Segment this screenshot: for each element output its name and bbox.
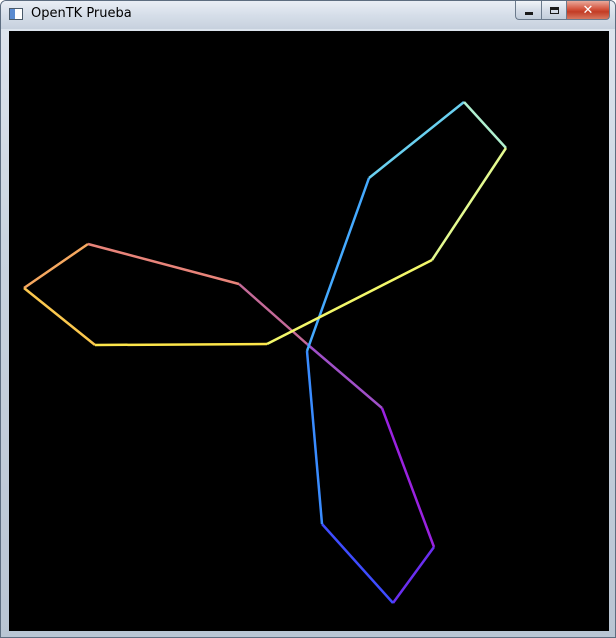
- blade-edge: [23, 287, 96, 346]
- blade-edge: [305, 350, 324, 525]
- title-bar[interactable]: OpenTK Prueba ✕: [1, 1, 615, 29]
- blade-edge: [94, 342, 268, 347]
- maximize-button[interactable]: [541, 1, 567, 20]
- close-icon: ✕: [582, 2, 594, 18]
- blade-edge: [306, 343, 383, 409]
- blade-edge: [266, 258, 433, 346]
- minimize-icon: [524, 11, 533, 15]
- blade-edge: [321, 523, 394, 604]
- caption-buttons: ✕: [515, 1, 610, 21]
- blade-edge: [87, 242, 240, 286]
- blade-edge: [380, 407, 436, 548]
- app-window-icon[interactable]: [9, 8, 23, 20]
- top-right-blade: [266, 101, 508, 352]
- window-title: OpenTK Prueba: [31, 6, 132, 21]
- propeller-drawing: [23, 101, 508, 604]
- left-blade: [23, 242, 308, 347]
- opengl-canvas[interactable]: [9, 31, 609, 631]
- bottom-blade: [305, 343, 436, 604]
- blade-edge: [238, 283, 308, 345]
- blade-edge: [23, 242, 89, 290]
- blade-edge: [430, 147, 508, 261]
- blade-edge: [305, 177, 371, 352]
- blade-edge: [391, 546, 436, 604]
- blade-edge: [463, 101, 507, 149]
- close-button[interactable]: ✕: [567, 1, 610, 20]
- app-window: OpenTK Prueba ✕: [0, 0, 616, 638]
- minimize-button[interactable]: [515, 1, 541, 20]
- blade-edge: [368, 101, 465, 179]
- maximize-icon: [549, 6, 559, 14]
